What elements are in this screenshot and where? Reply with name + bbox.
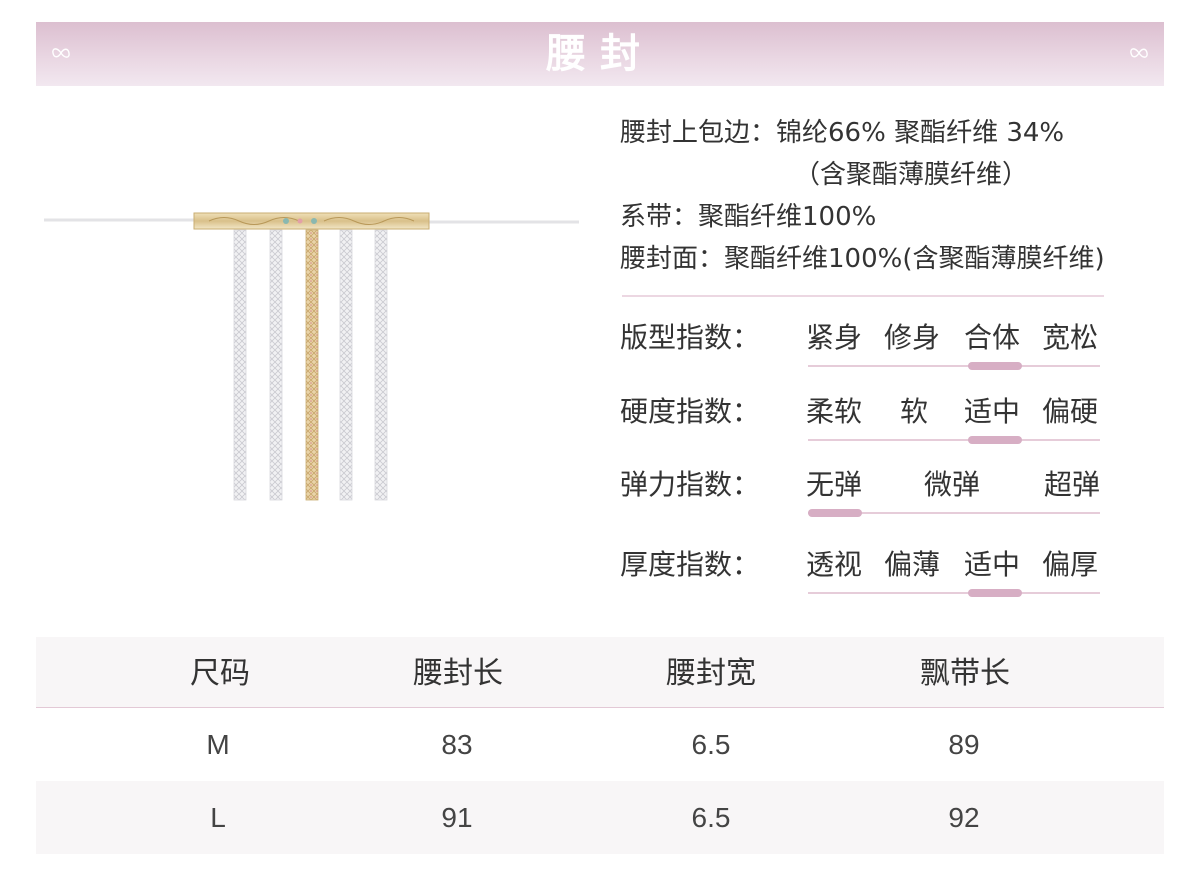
size-table: 尺码 腰封长 腰封宽 飘带长 M 83 6.5 89 L 91 6.5 92	[36, 637, 1164, 854]
index-option-selected: 适中	[964, 548, 1021, 581]
ornament-icon	[1130, 48, 1148, 58]
material-line: 腰封面：聚酯纤维100%(含聚酯薄膜纤维)	[620, 244, 1105, 274]
material-composition: 腰封上包边：锦纶66% 聚酯纤维 34% （含聚酯薄膜纤维） 系带：聚酯纤维10…	[620, 112, 1180, 280]
table-cell: 6.5	[691, 729, 731, 760]
index-option: 偏薄	[884, 548, 941, 581]
page-title: 腰封	[546, 30, 654, 77]
column-header: 腰封宽	[666, 656, 756, 691]
index-option: 透视	[806, 548, 863, 581]
table-row: M 83 6.5 89	[36, 708, 1164, 781]
index-option: 修身	[884, 321, 941, 354]
index-option: 偏硬	[1042, 395, 1099, 428]
index-option: 偏厚	[1042, 548, 1099, 581]
index-option: 微弹	[924, 468, 981, 501]
material-line: （含聚酯薄膜纤维）	[794, 160, 1029, 190]
index-option-selected: 合体	[964, 321, 1021, 354]
index-track	[808, 592, 1100, 594]
index-label: 版型指数：	[620, 321, 761, 354]
product-image	[44, 212, 579, 501]
table-row: L 91 6.5 92	[36, 781, 1164, 854]
index-option: 柔软	[806, 395, 863, 428]
thickness-index: 厚度指数： 透视 偏薄 适中 偏厚	[620, 545, 1120, 605]
title-banner: 腰封	[36, 22, 1164, 86]
index-marker	[808, 509, 862, 517]
table-cell: 6.5	[691, 802, 731, 833]
index-label: 厚度指数：	[620, 548, 761, 581]
table-cell: 91	[441, 802, 473, 833]
index-option: 宽松	[1042, 321, 1099, 354]
index-option-selected: 适中	[964, 395, 1021, 428]
table-cell: 92	[948, 802, 980, 833]
table-cell: L	[210, 802, 226, 833]
index-track	[808, 439, 1100, 441]
table-cell: 89	[948, 729, 980, 760]
material-line: 腰封上包边：锦纶66% 聚酯纤维 34%	[620, 118, 1065, 148]
index-marker	[968, 589, 1022, 597]
table-cell: M	[206, 729, 230, 760]
fit-index: 版型指数： 紧身 修身 合体 宽松	[620, 318, 1120, 378]
index-option-selected: 无弹	[806, 468, 863, 501]
material-line: 系带：聚酯纤维100%	[620, 202, 877, 232]
column-header: 尺码	[190, 656, 250, 691]
index-marker	[968, 362, 1022, 370]
column-header: 飘带长	[920, 656, 1010, 691]
hardness-index: 硬度指数： 柔软 软 适中 偏硬	[620, 392, 1120, 452]
index-option: 紧身	[806, 321, 863, 354]
index-option: 软	[900, 395, 929, 428]
table-cell: 83	[441, 729, 473, 760]
index-label: 硬度指数：	[620, 395, 761, 428]
index-track	[808, 365, 1100, 367]
index-marker	[968, 436, 1022, 444]
column-header: 腰封长	[413, 656, 503, 691]
index-label: 弹力指数：	[620, 468, 761, 501]
index-option: 超弹	[1044, 468, 1101, 501]
table-header: 尺码 腰封长 腰封宽 飘带长	[36, 637, 1164, 708]
section-divider	[622, 295, 1104, 297]
elasticity-index: 弹力指数： 无弹 微弹 超弹	[620, 465, 1120, 525]
